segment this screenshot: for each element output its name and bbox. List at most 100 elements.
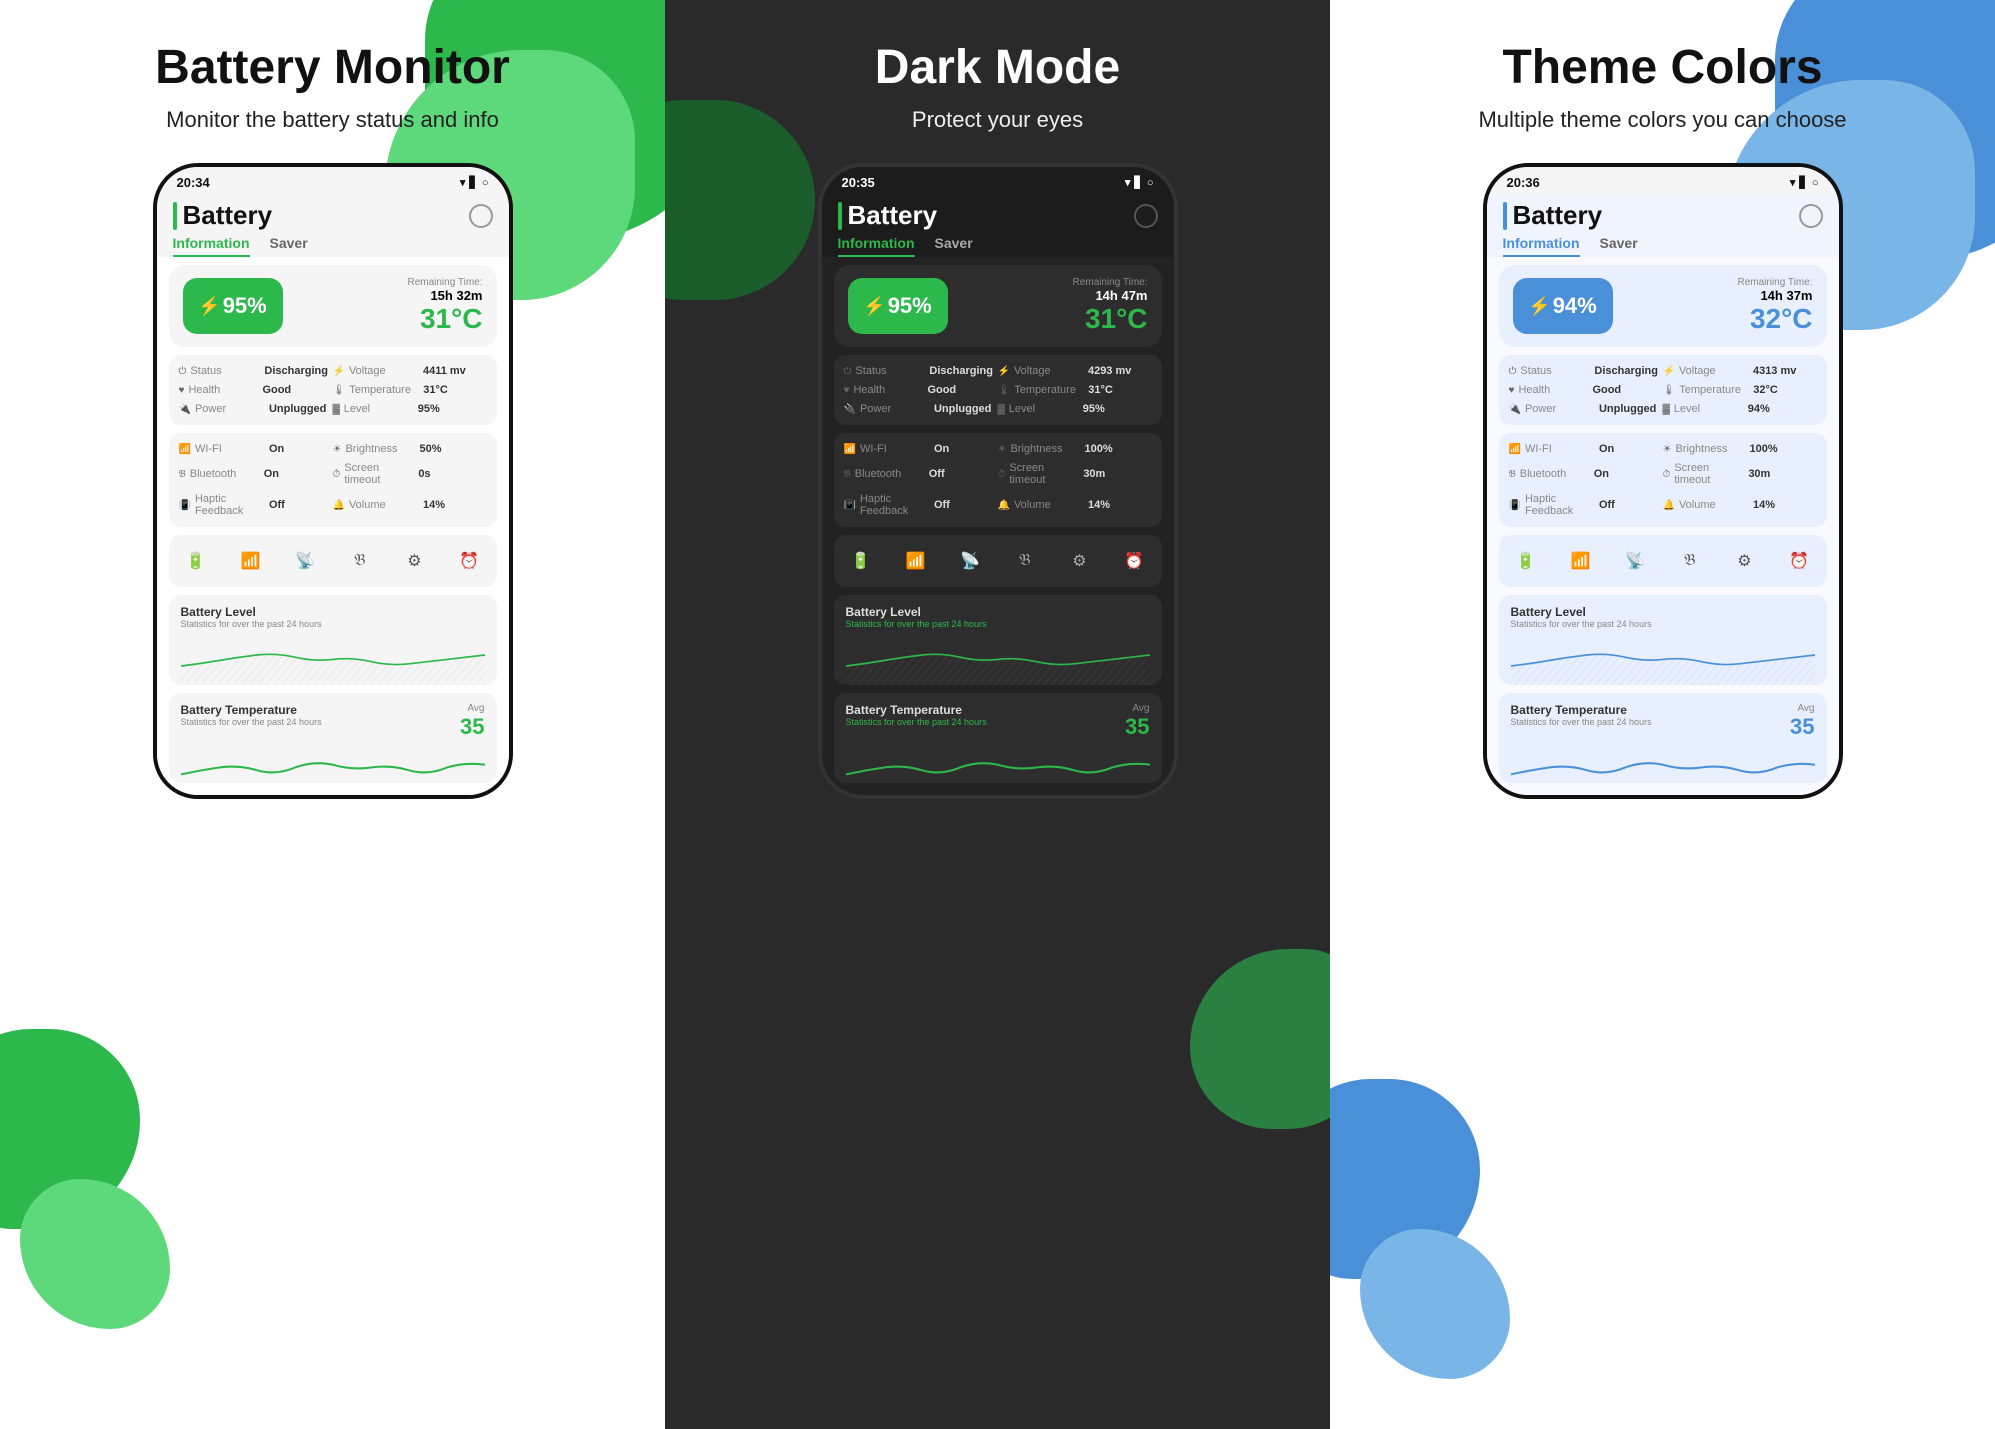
tab-info-2[interactable]: Information	[838, 235, 915, 257]
battery-pct-3: 94%	[1553, 293, 1597, 319]
accent-bar-1	[173, 202, 177, 230]
app-title-1: Battery	[183, 200, 273, 231]
quick-icons-2: 🔋 📶 📡 𝔅 ⚙ ⏰	[834, 535, 1162, 587]
tabs-3: Information Saver	[1487, 235, 1839, 257]
bg-blob-b4	[1360, 1229, 1510, 1379]
phone-content-1: ⚡ 95% Remaining Time: 15h 32m 31°C ⏻Stat…	[157, 257, 509, 795]
status-icons-3: ▾ ▋ ○	[1790, 176, 1819, 189]
battery-chart-1: Battery Level Statistics for over the pa…	[169, 595, 497, 685]
tabs-1: Information Saver	[157, 235, 509, 257]
temp-chart-1: Battery Temperature Statistics for over …	[169, 693, 497, 783]
qi-alarm-3: ⏰	[1781, 543, 1817, 579]
tab-saver-1[interactable]: Saver	[270, 235, 308, 257]
signal-icon: ▋	[469, 176, 477, 189]
qi-wifi: 📶	[232, 543, 268, 579]
panel-theme-colors: Theme Colors Multiple theme colors you c…	[1330, 0, 1995, 1429]
bg-blob-d2	[1190, 949, 1330, 1129]
chart-title-2: Battery Level	[846, 605, 1150, 619]
avg-label-2: Avg	[1125, 703, 1149, 714]
time-1: 20:34	[177, 175, 210, 190]
tab-saver-3[interactable]: Saver	[1600, 235, 1638, 257]
temp-subtitle-2: Statistics for over the past 24 hours	[846, 717, 987, 727]
status-bar-3: 20:36 ▾ ▋ ○	[1487, 167, 1839, 194]
temp-subtitle-3: Statistics for over the past 24 hours	[1511, 717, 1652, 727]
panel-dark-mode: Dark Mode Protect your eyes 20:35 ▾ ▋ ○ …	[665, 0, 1330, 1429]
qi-settings: ⚙	[396, 543, 432, 579]
avg-val-1: 35	[460, 714, 484, 740]
phone-content-2: ⚡ 95% Remaining Time: 14h 47m 31°C ⏻Stat…	[822, 257, 1174, 795]
qi-wifi-off: 📡	[287, 543, 323, 579]
settings-icon-3[interactable]	[1799, 204, 1823, 228]
status-icons-1: ▾ ▋ ○	[460, 176, 489, 189]
panel1-subtitle: Monitor the battery status and info	[166, 107, 499, 133]
temp-title-2: Battery Temperature	[846, 703, 987, 717]
chart-subtitle-1: Statistics for over the past 24 hours	[181, 619, 485, 629]
tabs-2: Information Saver	[822, 235, 1174, 257]
qi-bluetooth-2: 𝔅	[1007, 543, 1043, 579]
qi-bluetooth: 𝔅	[342, 543, 378, 579]
temp-title-3: Battery Temperature	[1511, 703, 1652, 717]
status-bar-1: 20:34 ▾ ▋ ○	[157, 167, 509, 194]
status-icons-2: ▾ ▋ ○	[1125, 176, 1154, 189]
tab-saver-2[interactable]: Saver	[935, 235, 973, 257]
info-grid-2: ⏻StatusDischarging ⚡Voltage4293 mv ♥Heal…	[834, 355, 1162, 425]
remaining-label-1: Remaining Time:	[407, 277, 482, 288]
battery-status-icon: ○	[482, 177, 489, 189]
chart-title-3: Battery Level	[1511, 605, 1815, 619]
battery-card-2: ⚡ 95% Remaining Time: 14h 47m 31°C	[834, 265, 1162, 347]
panel-battery-monitor: Battery Monitor Monitor the battery stat…	[0, 0, 665, 1429]
temp-chart-svg-2	[846, 740, 1150, 783]
battery-chart-3: Battery Level Statistics for over the pa…	[1499, 595, 1827, 685]
phone-mockup-1: 20:34 ▾ ▋ ○ Battery Information Saver	[153, 163, 513, 799]
accent-bar-3	[1503, 202, 1507, 230]
phone-content-3: ⚡ 94% Remaining Time: 14h 37m 32°C ⏻Stat…	[1487, 257, 1839, 795]
app-title-3: Battery	[1513, 200, 1603, 231]
qi-wifi-3: 📶	[1562, 543, 1598, 579]
app-header-1: Battery	[157, 194, 509, 235]
signal-icon-3: ▋	[1799, 176, 1807, 189]
time-2: 20:35	[842, 175, 875, 190]
temp-big-1: 31°C	[407, 303, 482, 335]
battery-icon-1: ⚡ 95%	[183, 278, 283, 334]
qi-alarm-2: ⏰	[1116, 543, 1152, 579]
remaining-time-3: 14h 37m	[1737, 288, 1812, 303]
temp-title-1: Battery Temperature	[181, 703, 322, 717]
battery-right-3: Remaining Time: 14h 37m 32°C	[1737, 277, 1812, 335]
qi-settings-2: ⚙	[1061, 543, 1097, 579]
temp-header-3: Battery Temperature Statistics for over …	[1511, 703, 1815, 740]
avg-val-2: 35	[1125, 714, 1149, 740]
signal-icon-2: ▋	[1134, 176, 1142, 189]
tab-info-3[interactable]: Information	[1503, 235, 1580, 257]
battery-chart-svg-3	[1511, 633, 1815, 685]
battery-card-1: ⚡ 95% Remaining Time: 15h 32m 31°C	[169, 265, 497, 347]
battery-pct-icon-2: ⚡ 95%	[848, 278, 948, 334]
panel2-title: Dark Mode	[875, 40, 1120, 95]
wifi-icon-3: ▾	[1790, 176, 1796, 189]
chart-subtitle-2: Statistics for over the past 24 hours	[846, 619, 1150, 629]
avg-label-1: Avg	[460, 703, 484, 714]
remaining-label-2: Remaining Time:	[1072, 277, 1147, 288]
settings-grid-3: 📶WI-FIOn ☀Brightness100% 𝔅BluetoothOn ⏱S…	[1499, 433, 1827, 527]
battery-pct-icon-3: ⚡ 94%	[1513, 278, 1613, 334]
time-3: 20:36	[1507, 175, 1540, 190]
qi-battery: 🔋	[178, 543, 214, 579]
battery-pct-2: 95%	[888, 293, 932, 319]
temp-big-2: 31°C	[1072, 303, 1147, 335]
temp-chart-2: Battery Temperature Statistics for over …	[834, 693, 1162, 783]
qi-battery-3: 🔋	[1508, 543, 1544, 579]
temp-subtitle-1: Statistics for over the past 24 hours	[181, 717, 322, 727]
info-grid-1: ⏻StatusDischarging ⚡Voltage4411 mv ♥Heal…	[169, 355, 497, 425]
battery-right-2: Remaining Time: 14h 47m 31°C	[1072, 277, 1147, 335]
temp-chart-3: Battery Temperature Statistics for over …	[1499, 693, 1827, 783]
battery-chart-2: Battery Level Statistics for over the pa…	[834, 595, 1162, 685]
temp-big-3: 32°C	[1737, 303, 1812, 335]
battery-pct-1: 95%	[223, 293, 267, 319]
tab-info-1[interactable]: Information	[173, 235, 250, 257]
avg-val-3: 35	[1790, 714, 1814, 740]
qi-battery-2: 🔋	[843, 543, 879, 579]
info-grid-3: ⏻StatusDischarging ⚡Voltage4313 mv ♥Heal…	[1499, 355, 1827, 425]
settings-icon-1[interactable]	[469, 204, 493, 228]
qi-wifi-2: 📶	[897, 543, 933, 579]
app-header-3: Battery	[1487, 194, 1839, 235]
settings-icon-2[interactable]	[1134, 204, 1158, 228]
